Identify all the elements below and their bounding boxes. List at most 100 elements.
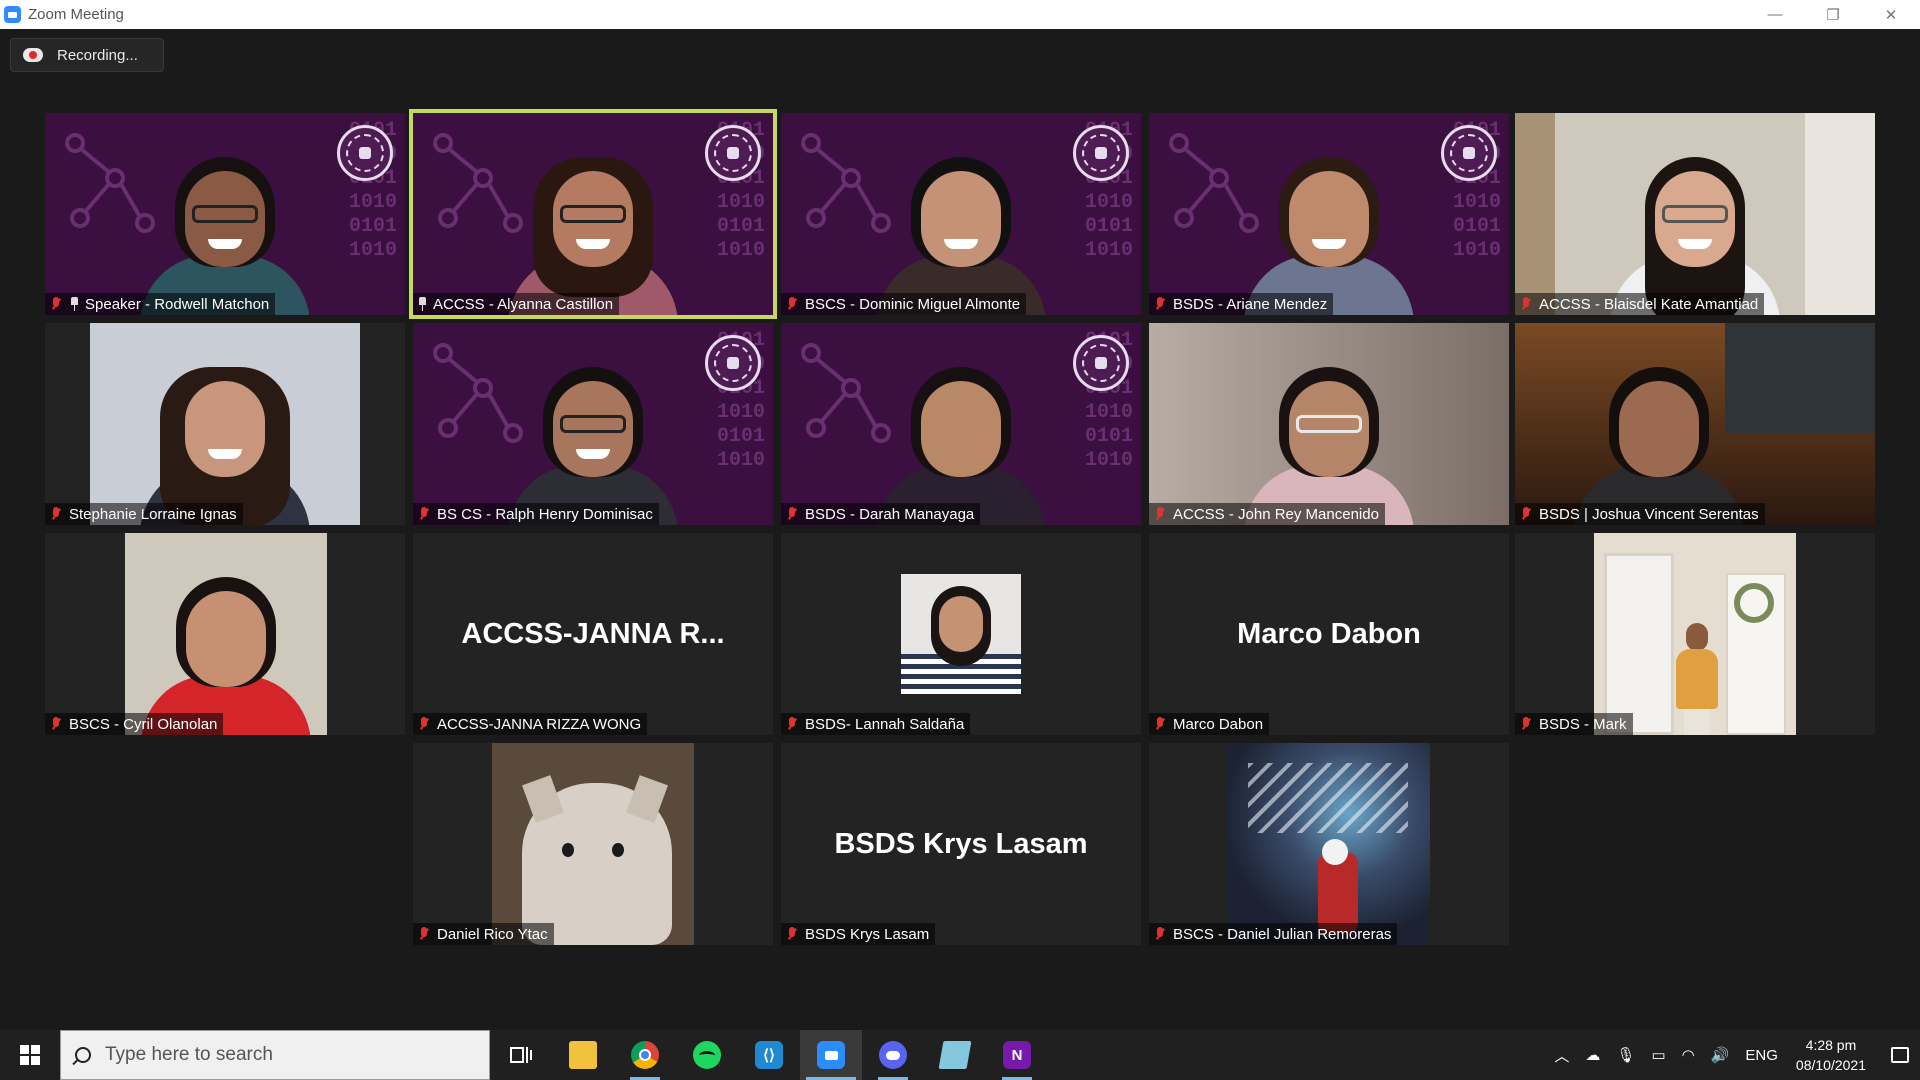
- chevron-up-icon[interactable]: ︿: [1554, 1045, 1569, 1066]
- volume-icon[interactable]: 🔊: [1711, 1046, 1730, 1064]
- muted-mic-icon: [417, 506, 431, 522]
- muted-mic-icon: [785, 926, 799, 942]
- participant-name: BS CS - Ralph Henry Dominisac: [437, 505, 653, 523]
- chrome-button[interactable]: [614, 1030, 676, 1080]
- participant-nametag: Marco Dabon: [1149, 713, 1270, 735]
- participant-name: BSDS Krys Lasam: [805, 925, 930, 943]
- wifi-icon[interactable]: ◠: [1682, 1046, 1695, 1064]
- video-tile[interactable]: ACCSS - Blaisdel Kate Amantiad: [1515, 113, 1875, 315]
- participant-nametag: BSDS - Mark: [1515, 713, 1633, 735]
- participant-video: [1594, 533, 1796, 735]
- video-tile[interactable]: 0101 1010 0101 1010 0101 1010 BSDS - Ari…: [1149, 113, 1509, 315]
- participant-video: [508, 135, 678, 315]
- muted-mic-icon: [1519, 296, 1533, 312]
- recording-label: Recording...: [57, 46, 138, 64]
- muted-mic-icon: [417, 716, 431, 732]
- participant-nametag: BSCS - Dominic Miguel Almonte: [781, 293, 1027, 315]
- language-indicator[interactable]: ENG: [1745, 1047, 1778, 1064]
- participant-video: [876, 135, 1046, 315]
- onenote-button[interactable]: N: [986, 1030, 1048, 1080]
- video-tile-profile-photo[interactable]: BSCS - Daniel Julian Remoreras: [1149, 743, 1509, 945]
- video-tile[interactable]: BSDS - Mark: [1515, 533, 1875, 735]
- muted-mic-icon: [1519, 506, 1533, 522]
- notepad-button[interactable]: [924, 1030, 986, 1080]
- participant-nametag: BSDS- Lannah Saldaña: [781, 713, 971, 735]
- video-tile[interactable]: 0101 1010 0101 1010 0101 1010 BS CS - Ra…: [413, 323, 773, 525]
- participant-nametag: BSCS - Daniel Julian Remoreras: [1149, 923, 1398, 945]
- task-view-button[interactable]: [490, 1030, 552, 1080]
- discord-icon: [879, 1041, 907, 1069]
- video-tile[interactable]: BSCS - Cyril Olanolan: [45, 533, 405, 735]
- task-view-icon: [510, 1047, 532, 1063]
- participant-video: [1610, 135, 1780, 315]
- video-tile[interactable]: 0101 1010 0101 1010 0101 1010 BSCS - Dom…: [781, 113, 1141, 315]
- muted-mic-icon: [785, 506, 799, 522]
- participant-nametag: Daniel Rico Ytac: [413, 923, 554, 945]
- clock-date: 08/10/2021: [1795, 1057, 1866, 1073]
- video-tile-active-speaker[interactable]: 0101 1010 0101 1010 0101 1010 ACCSS - Al…: [409, 109, 777, 319]
- participant-video: [1574, 345, 1744, 525]
- start-button[interactable]: [0, 1030, 60, 1080]
- onenote-icon: N: [1003, 1041, 1031, 1069]
- muted-mic-icon: [1153, 296, 1167, 312]
- video-tile-profile-photo[interactable]: Daniel Rico Ytac: [413, 743, 773, 945]
- participant-video: [125, 533, 327, 735]
- participant-nametag: ACCSS - Alyanna Castillon: [413, 293, 620, 315]
- participant-nametag: BSDS | Joshua Vincent Serentas: [1515, 503, 1765, 525]
- video-tile[interactable]: 0101 1010 0101 1010 0101 1010 BSDS - Dar…: [781, 323, 1141, 525]
- participant-display-name: BSDS Krys Lasam: [834, 827, 1088, 860]
- battery-icon[interactable]: ▭: [1651, 1046, 1665, 1064]
- vscode-button[interactable]: ⟨⟩: [738, 1030, 800, 1080]
- org-logo-icon: [1441, 125, 1497, 181]
- search-icon: [75, 1047, 91, 1063]
- close-button[interactable]: ✕: [1862, 0, 1920, 29]
- video-tile-camera-off[interactable]: BSDS Krys Lasam BSDS Krys Lasam: [781, 743, 1141, 945]
- participant-profile-picture: [492, 743, 694, 945]
- muted-mic-icon: [785, 716, 799, 732]
- zoom-app-icon: [4, 6, 21, 23]
- file-explorer-button[interactable]: [552, 1030, 614, 1080]
- zoom-button[interactable]: [800, 1030, 862, 1080]
- video-tile[interactable]: BSDS | Joshua Vincent Serentas: [1515, 323, 1875, 525]
- participant-nametag: BS CS - Ralph Henry Dominisac: [413, 503, 659, 525]
- muted-mic-icon: [49, 296, 63, 312]
- clock[interactable]: 4:28 pm 08/10/2021: [1796, 1035, 1866, 1075]
- muted-mic-icon: [1153, 926, 1167, 942]
- folder-icon: [569, 1041, 597, 1069]
- video-tile-profile-photo[interactable]: BSDS- Lannah Saldaña: [781, 533, 1141, 735]
- video-tile[interactable]: 0101 1010 0101 1010 0101 1010 Speaker - …: [45, 113, 405, 315]
- participant-nametag: ACCSS - Blaisdel Kate Amantiad: [1515, 293, 1765, 315]
- system-tray: ︿ ☁ 🎙 ▭ ◠ 🔊 ENG 4:28 pm 08/10/2021: [1546, 1030, 1920, 1080]
- participant-video: [508, 345, 678, 525]
- org-logo-icon: [1073, 125, 1129, 181]
- video-tile[interactable]: ACCSS - John Rey Mancenido: [1149, 323, 1509, 525]
- spotify-button[interactable]: [676, 1030, 738, 1080]
- muted-mic-icon: [49, 506, 63, 522]
- notification-center-button[interactable]: [1880, 1047, 1920, 1063]
- onedrive-cloud-icon[interactable]: ☁: [1585, 1046, 1600, 1064]
- window-titlebar: Zoom Meeting — ❐ ✕: [0, 0, 1920, 29]
- participant-nametag: BSCS - Cyril Olanolan: [45, 713, 224, 735]
- search-placeholder: Type here to search: [105, 1044, 273, 1065]
- video-tile-camera-off[interactable]: Marco Dabon Marco Dabon: [1149, 533, 1509, 735]
- pin-icon: [69, 297, 79, 311]
- org-logo-icon: [705, 335, 761, 391]
- participant-profile-picture: [901, 574, 1021, 694]
- cloud-record-icon: [23, 48, 43, 62]
- minimize-button[interactable]: —: [1746, 0, 1804, 29]
- muted-mic-icon: [1153, 506, 1167, 522]
- participant-name: ACCSS - Blaisdel Kate Amantiad: [1539, 295, 1759, 313]
- windows-taskbar: Type here to search ⟨⟩ N ︿ ☁ 🎙 ▭ ◠ 🔊 ENG…: [0, 1030, 1920, 1080]
- restore-button[interactable]: ❐: [1804, 0, 1862, 29]
- microphone-icon[interactable]: 🎙: [1616, 1046, 1635, 1064]
- participant-nametag: BSDS - Ariane Mendez: [1149, 293, 1334, 315]
- discord-button[interactable]: [862, 1030, 924, 1080]
- video-tile[interactable]: Stephanie Lorraine Ignas: [45, 323, 405, 525]
- recording-indicator[interactable]: Recording...: [10, 38, 164, 72]
- participant-nametag: Speaker - Rodwell Matchon: [45, 293, 276, 315]
- muted-mic-icon: [1519, 716, 1533, 732]
- taskbar-search-box[interactable]: Type here to search: [60, 1030, 490, 1080]
- clock-time: 4:28 pm: [1805, 1037, 1857, 1053]
- video-tile-camera-off[interactable]: ACCSS-JANNA R... ACCSS-JANNA RIZZA WONG: [413, 533, 773, 735]
- muted-mic-icon: [49, 716, 63, 732]
